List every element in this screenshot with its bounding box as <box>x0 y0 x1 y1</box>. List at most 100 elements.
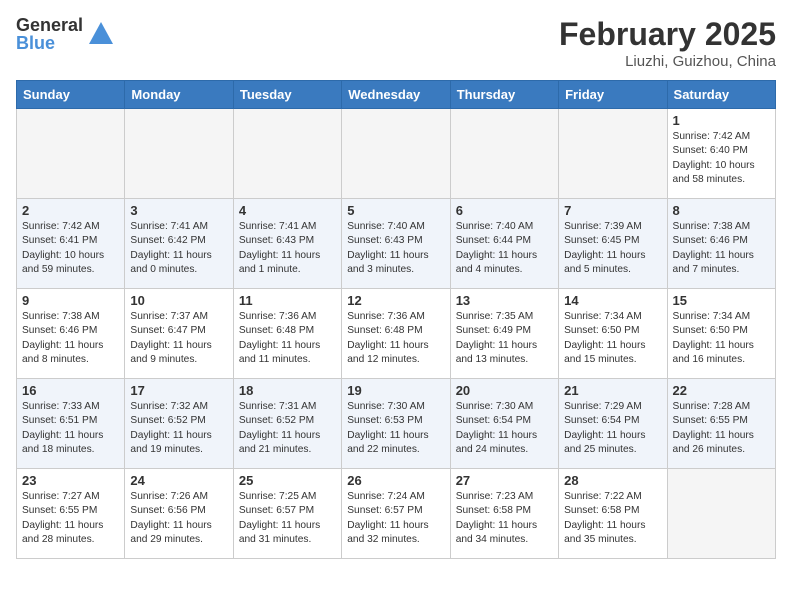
calendar-cell: 9 Sunrise: 7:38 AM Sunset: 6:46 PM Daylig… <box>17 289 125 379</box>
day-info: Sunrise: 7:42 AM Sunset: 6:41 PM Dayligh… <box>22 220 119 277</box>
calendar-table: SundayMondayTuesdayWednesdayThursdayFrid… <box>16 80 776 559</box>
day-number: 19 <box>347 383 444 398</box>
day-info: Sunrise: 7:29 AM Sunset: 6:54 PM Dayligh… <box>564 400 661 457</box>
calendar-week-row: 23 Sunrise: 7:27 AM Sunset: 6:55 PM Dayli… <box>17 469 776 559</box>
calendar-cell <box>125 109 233 199</box>
day-info: Sunrise: 7:40 AM Sunset: 6:43 PM Dayligh… <box>347 220 444 277</box>
calendar-cell <box>342 109 450 199</box>
day-info: Sunrise: 7:30 AM Sunset: 6:54 PM Dayligh… <box>456 400 553 457</box>
calendar-cell: 22Sunrise: 7:28 AM Sunset: 6:55 PM Dayli… <box>667 379 775 469</box>
day-info: Sunrise: 7:37 AM Sunset: 6:47 PM Dayligh… <box>130 310 227 367</box>
day-number: 9 <box>22 293 119 308</box>
calendar-cell: 16 Sunrise: 7:33 AM Sunset: 6:51 PM Dayli… <box>17 379 125 469</box>
day-number: 20 <box>456 383 553 398</box>
day-number: 27 <box>456 473 553 488</box>
day-number: 7 <box>564 203 661 218</box>
calendar-cell: 24 Sunrise: 7:26 AM Sunset: 6:56 PM Dayli… <box>125 469 233 559</box>
calendar-cell: 8 Sunrise: 7:38 AM Sunset: 6:46 PM Daylig… <box>667 199 775 289</box>
day-number: 18 <box>239 383 336 398</box>
calendar-cell: 21 Sunrise: 7:29 AM Sunset: 6:54 PM Dayli… <box>559 379 667 469</box>
day-number: 5 <box>347 203 444 218</box>
day-number: 6 <box>456 203 553 218</box>
weekday-header: Sunday <box>17 81 125 109</box>
day-info: Sunrise: 7:36 AM Sunset: 6:48 PM Dayligh… <box>239 310 336 367</box>
day-number: 21 <box>564 383 661 398</box>
day-info: Sunrise: 7:33 AM Sunset: 6:51 PM Dayligh… <box>22 400 119 457</box>
calendar-cell: 17 Sunrise: 7:32 AM Sunset: 6:52 PM Dayli… <box>125 379 233 469</box>
weekday-header: Friday <box>559 81 667 109</box>
day-number: 8 <box>673 203 770 218</box>
calendar-cell: 18 Sunrise: 7:31 AM Sunset: 6:52 PM Dayli… <box>233 379 341 469</box>
page-header: General Blue February 2025 Liuzhi, Guizh… <box>16 16 776 70</box>
day-info: Sunrise: 7:27 AM Sunset: 6:55 PM Dayligh… <box>22 490 119 547</box>
calendar-cell: 19 Sunrise: 7:30 AM Sunset: 6:53 PM Dayli… <box>342 379 450 469</box>
day-info: Sunrise: 7:34 AM Sunset: 6:50 PM Dayligh… <box>673 310 770 367</box>
calendar-week-row: 9 Sunrise: 7:38 AM Sunset: 6:46 PM Daylig… <box>17 289 776 379</box>
day-info: Sunrise: 7:42 AM Sunset: 6:40 PM Dayligh… <box>673 130 770 187</box>
day-info: Sunrise: 7:23 AM Sunset: 6:58 PM Dayligh… <box>456 490 553 547</box>
weekday-header: Wednesday <box>342 81 450 109</box>
location: Liuzhi, Guizhou, China <box>559 53 776 70</box>
day-number: 12 <box>347 293 444 308</box>
day-info: Sunrise: 7:24 AM Sunset: 6:57 PM Dayligh… <box>347 490 444 547</box>
day-info: Sunrise: 7:25 AM Sunset: 6:57 PM Dayligh… <box>239 490 336 547</box>
calendar-cell <box>233 109 341 199</box>
calendar-cell: 4 Sunrise: 7:41 AM Sunset: 6:43 PM Daylig… <box>233 199 341 289</box>
weekday-header: Saturday <box>667 81 775 109</box>
logo-blue: Blue <box>16 34 83 52</box>
day-number: 3 <box>130 203 227 218</box>
calendar-cell: 3 Sunrise: 7:41 AM Sunset: 6:42 PM Daylig… <box>125 199 233 289</box>
day-info: Sunrise: 7:32 AM Sunset: 6:52 PM Dayligh… <box>130 400 227 457</box>
calendar-cell: 7 Sunrise: 7:39 AM Sunset: 6:45 PM Daylig… <box>559 199 667 289</box>
logo: General Blue <box>16 16 115 52</box>
day-info: Sunrise: 7:31 AM Sunset: 6:52 PM Dayligh… <box>239 400 336 457</box>
calendar-cell: 26Sunrise: 7:24 AM Sunset: 6:57 PM Dayli… <box>342 469 450 559</box>
calendar-cell: 15Sunrise: 7:34 AM Sunset: 6:50 PM Dayli… <box>667 289 775 379</box>
day-info: Sunrise: 7:38 AM Sunset: 6:46 PM Dayligh… <box>673 220 770 277</box>
weekday-header: Tuesday <box>233 81 341 109</box>
calendar-cell: 5 Sunrise: 7:40 AM Sunset: 6:43 PM Daylig… <box>342 199 450 289</box>
day-number: 16 <box>22 383 119 398</box>
day-number: 24 <box>130 473 227 488</box>
day-info: Sunrise: 7:38 AM Sunset: 6:46 PM Dayligh… <box>22 310 119 367</box>
weekday-header-row: SundayMondayTuesdayWednesdayThursdayFrid… <box>17 81 776 109</box>
day-info: Sunrise: 7:26 AM Sunset: 6:56 PM Dayligh… <box>130 490 227 547</box>
calendar-cell <box>559 109 667 199</box>
calendar-cell: 6 Sunrise: 7:40 AM Sunset: 6:44 PM Daylig… <box>450 199 558 289</box>
logo-general: General <box>16 16 83 34</box>
day-number: 28 <box>564 473 661 488</box>
day-info: Sunrise: 7:35 AM Sunset: 6:49 PM Dayligh… <box>456 310 553 367</box>
day-info: Sunrise: 7:30 AM Sunset: 6:53 PM Dayligh… <box>347 400 444 457</box>
calendar-week-row: 1 Sunrise: 7:42 AM Sunset: 6:40 PM Daylig… <box>17 109 776 199</box>
day-number: 22 <box>673 383 770 398</box>
day-info: Sunrise: 7:40 AM Sunset: 6:44 PM Dayligh… <box>456 220 553 277</box>
calendar-cell: 27 Sunrise: 7:23 AM Sunset: 6:58 PM Dayli… <box>450 469 558 559</box>
day-number: 17 <box>130 383 227 398</box>
calendar-cell: 20 Sunrise: 7:30 AM Sunset: 6:54 PM Dayli… <box>450 379 558 469</box>
calendar-cell: 11 Sunrise: 7:36 AM Sunset: 6:48 PM Dayli… <box>233 289 341 379</box>
day-number: 4 <box>239 203 336 218</box>
day-info: Sunrise: 7:41 AM Sunset: 6:43 PM Dayligh… <box>239 220 336 277</box>
day-number: 23 <box>22 473 119 488</box>
calendar-cell: 13Sunrise: 7:35 AM Sunset: 6:49 PM Dayli… <box>450 289 558 379</box>
day-number: 1 <box>673 113 770 128</box>
title-block: February 2025 Liuzhi, Guizhou, China <box>559 16 776 70</box>
day-info: Sunrise: 7:41 AM Sunset: 6:42 PM Dayligh… <box>130 220 227 277</box>
weekday-header: Monday <box>125 81 233 109</box>
calendar-cell: 1 Sunrise: 7:42 AM Sunset: 6:40 PM Daylig… <box>667 109 775 199</box>
calendar-week-row: 16 Sunrise: 7:33 AM Sunset: 6:51 PM Dayli… <box>17 379 776 469</box>
day-number: 14 <box>564 293 661 308</box>
calendar-week-row: 2 Sunrise: 7:42 AM Sunset: 6:41 PM Daylig… <box>17 199 776 289</box>
day-number: 2 <box>22 203 119 218</box>
day-info: Sunrise: 7:36 AM Sunset: 6:48 PM Dayligh… <box>347 310 444 367</box>
calendar-cell: 10 Sunrise: 7:37 AM Sunset: 6:47 PM Dayli… <box>125 289 233 379</box>
day-info: Sunrise: 7:39 AM Sunset: 6:45 PM Dayligh… <box>564 220 661 277</box>
day-info: Sunrise: 7:34 AM Sunset: 6:50 PM Dayligh… <box>564 310 661 367</box>
month-title: February 2025 <box>559 16 776 53</box>
day-number: 11 <box>239 293 336 308</box>
calendar-cell <box>450 109 558 199</box>
day-number: 10 <box>130 293 227 308</box>
day-info: Sunrise: 7:22 AM Sunset: 6:58 PM Dayligh… <box>564 490 661 547</box>
weekday-header: Thursday <box>450 81 558 109</box>
calendar-cell <box>17 109 125 199</box>
